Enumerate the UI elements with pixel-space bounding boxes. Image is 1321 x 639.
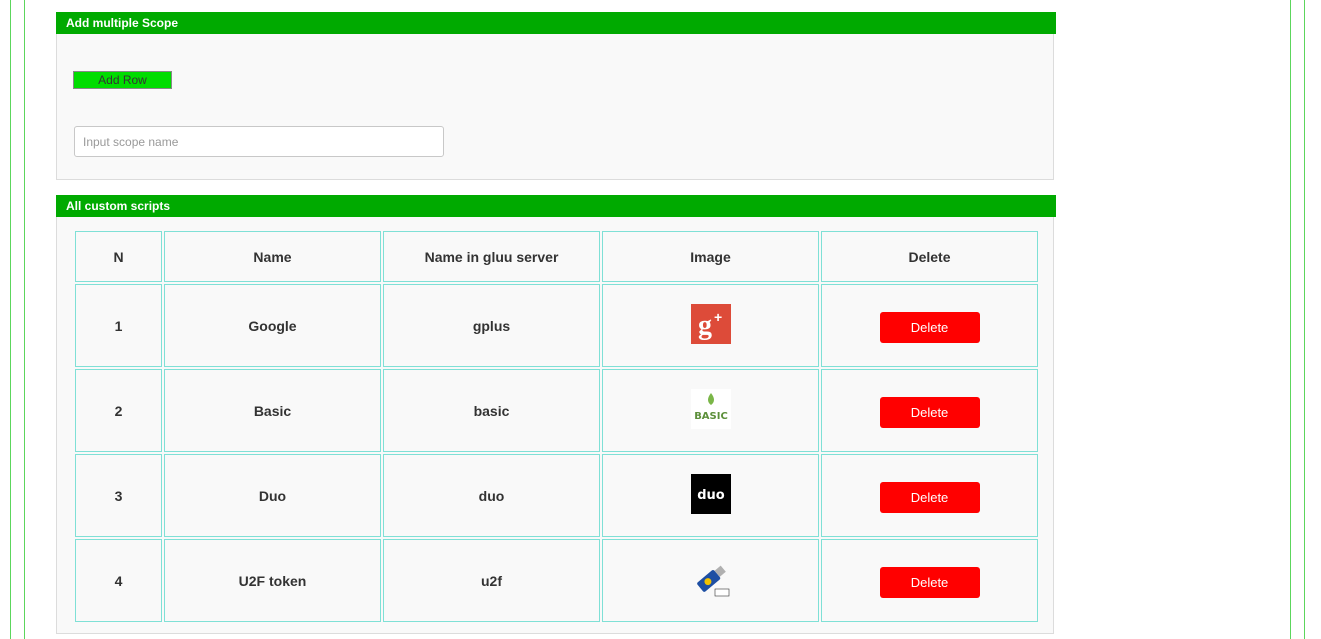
cell-delete: Delete: [821, 369, 1038, 452]
scope-panel-header: Add multiple Scope: [56, 12, 1056, 34]
cell-delete: Delete: [821, 454, 1038, 537]
u2f-token-logo-icon: [690, 558, 731, 599]
svg-text:g: g: [698, 310, 712, 341]
cell-delete: Delete: [821, 284, 1038, 367]
cell-gluu-name: u2f: [383, 539, 600, 622]
cell-gluu-name: gplus: [383, 284, 600, 367]
frame-line-left-outer: [10, 0, 11, 639]
cell-number: 4: [75, 539, 162, 622]
delete-button[interactable]: Delete: [879, 312, 980, 343]
basic-logo-icon: BASIC: [690, 388, 731, 429]
column-header-gluu-name: Name in gluu server: [383, 231, 600, 282]
table-row: 2 Basic basic BASIC Delete: [75, 369, 1038, 452]
scope-name-input[interactable]: [74, 126, 444, 157]
cell-name: Duo: [164, 454, 381, 537]
cell-number: 3: [75, 454, 162, 537]
column-header-name: Name: [164, 231, 381, 282]
scope-panel: [56, 34, 1054, 180]
column-header-n: N: [75, 231, 162, 282]
svg-text:BASIC: BASIC: [694, 411, 728, 422]
delete-button[interactable]: Delete: [879, 567, 980, 598]
cell-image: [602, 539, 819, 622]
custom-scripts-table: N Name Name in gluu server Image Delete …: [73, 229, 1040, 624]
cell-image: duo: [602, 454, 819, 537]
frame-line-right-outer: [1304, 0, 1305, 639]
cell-image: BASIC: [602, 369, 819, 452]
column-header-image: Image: [602, 231, 819, 282]
cell-delete: Delete: [821, 539, 1038, 622]
table-header-row: N Name Name in gluu server Image Delete: [75, 231, 1038, 282]
table-row: 3 Duo duo duo Delete: [75, 454, 1038, 537]
frame-line-left-inner: [24, 0, 25, 639]
cell-gluu-name: duo: [383, 454, 600, 537]
scripts-panel-header: All custom scripts: [56, 195, 1056, 217]
cell-number: 1: [75, 284, 162, 367]
add-row-button[interactable]: Add Row: [73, 71, 172, 89]
cell-name: Google: [164, 284, 381, 367]
table-row: 4 U2F token u2f Delete: [75, 539, 1038, 622]
cell-gluu-name: basic: [383, 369, 600, 452]
google-plus-logo-icon: g +: [690, 303, 731, 344]
delete-button[interactable]: Delete: [879, 482, 980, 513]
cell-name: U2F token: [164, 539, 381, 622]
svg-text:+: +: [714, 309, 722, 325]
cell-name: Basic: [164, 369, 381, 452]
frame-line-right-inner: [1290, 0, 1291, 639]
cell-image: g +: [602, 284, 819, 367]
column-header-delete: Delete: [821, 231, 1038, 282]
svg-text:duo: duo: [697, 488, 725, 503]
delete-button[interactable]: Delete: [879, 397, 980, 428]
duo-logo-icon: duo: [690, 473, 731, 514]
cell-number: 2: [75, 369, 162, 452]
table-row: 1 Google gplus g + Delete: [75, 284, 1038, 367]
